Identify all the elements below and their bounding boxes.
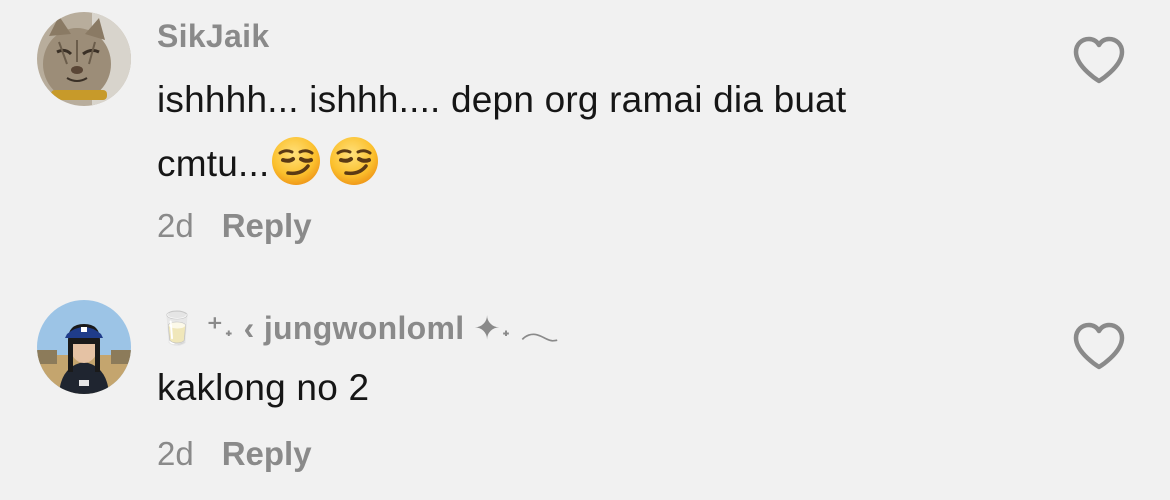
comment-text-line: cmtu... xyxy=(157,132,1017,196)
username-text: jungwonloml xyxy=(263,310,465,346)
reply-button[interactable]: Reply xyxy=(222,435,312,472)
comment-item: SikJaik ishhhh... ishhh.... depn org ram… xyxy=(0,0,1170,270)
reply-button[interactable]: Reply xyxy=(222,207,312,244)
smirk-emoji-icon xyxy=(330,137,379,185)
cat-avatar-icon xyxy=(37,12,131,106)
comment-text: kaklong no 2 xyxy=(157,356,1017,420)
smirk-emoji-icon xyxy=(272,137,321,185)
heart-outline-icon[interactable] xyxy=(1072,36,1126,86)
avatar[interactable] xyxy=(37,12,131,106)
comment-text-line: ishhhh... ishhh.... depn org ramai dia b… xyxy=(157,79,847,120)
comment-age: 2d xyxy=(157,435,194,472)
comment-meta: 2d Reply xyxy=(157,435,312,473)
comment-text: ishhhh... ishhh.... depn org ramai dia b… xyxy=(157,68,1017,196)
comment-text-line2: cmtu... xyxy=(157,143,270,184)
person-avatar-icon xyxy=(37,300,131,394)
heart-outline-icon[interactable] xyxy=(1072,322,1126,372)
comment-age: 2d xyxy=(157,207,194,244)
comment-item: 🥛 ⁺˖ ‹ jungwonloml ✦˖ 𓂃 kaklong no 2 2d R… xyxy=(0,270,1170,500)
avatar[interactable] xyxy=(37,300,131,394)
comment-meta: 2d Reply xyxy=(157,207,312,245)
username-decoration: 🥛 ⁺˖ ‹ xyxy=(157,310,264,346)
comment-text-line: kaklong no 2 xyxy=(157,367,370,408)
username-decoration: ✦˖ 𓂃 xyxy=(464,310,559,346)
comment-username[interactable]: SikJaik xyxy=(157,18,269,55)
comment-username[interactable]: 🥛 ⁺˖ ‹ jungwonloml ✦˖ 𓂃 xyxy=(157,298,559,350)
